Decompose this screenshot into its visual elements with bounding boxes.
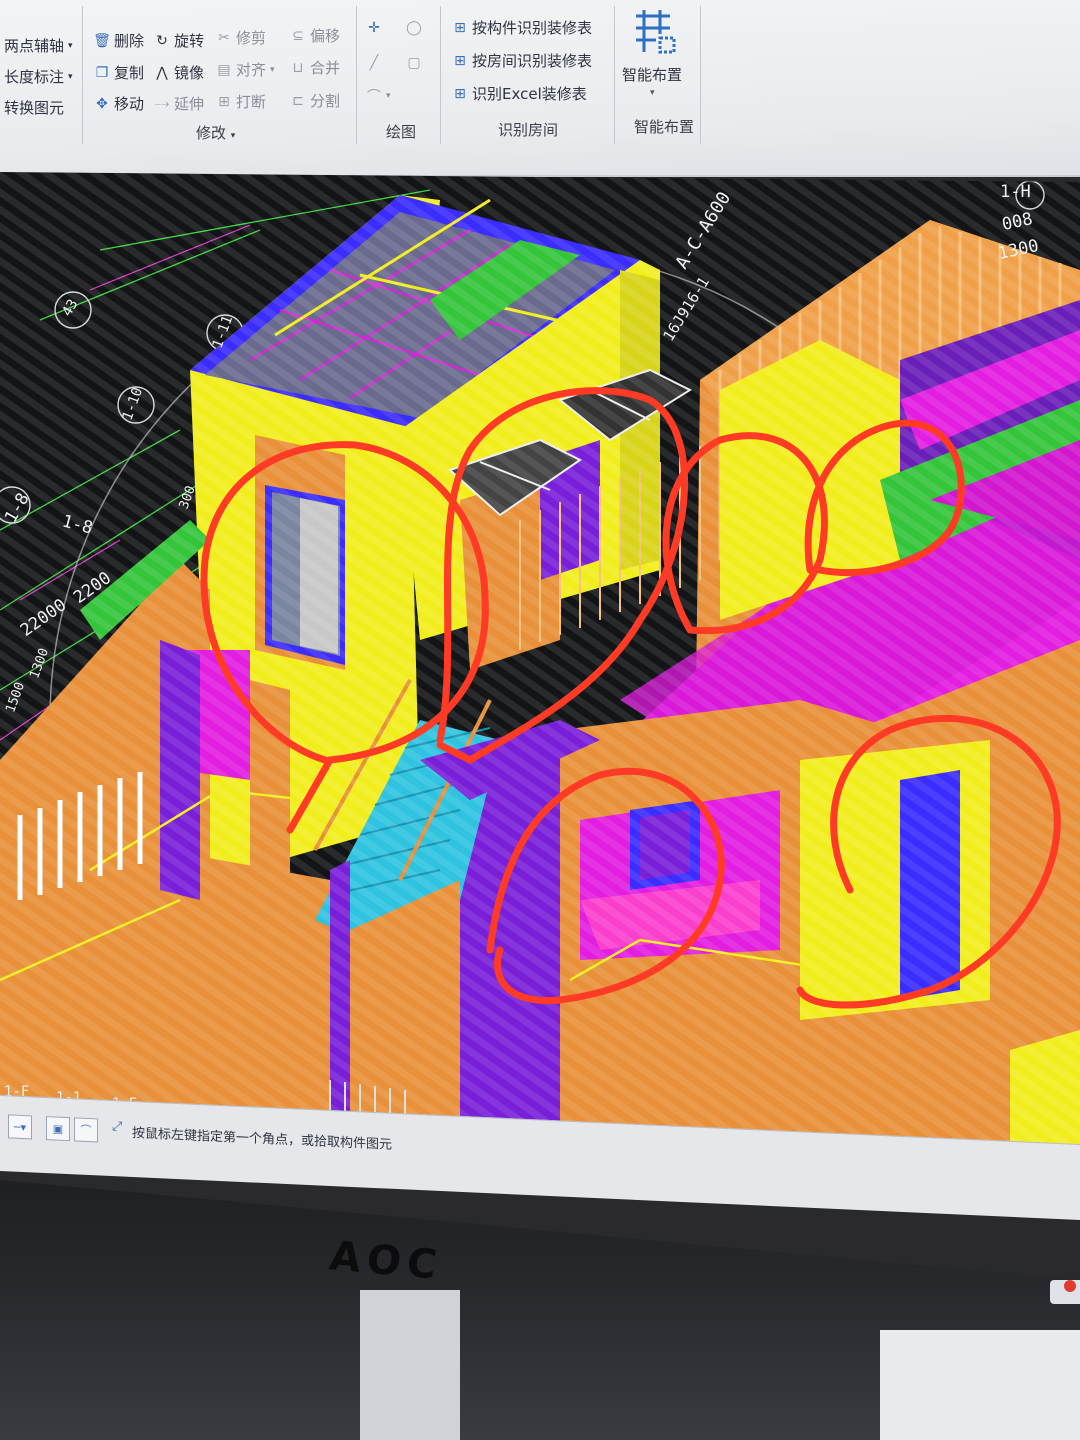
draw-arc-button[interactable]: ⌒ ▾ [366, 88, 391, 105]
recognize-by-room-button[interactable]: ⊞ 按房间识别装修表 [452, 50, 592, 71]
move-icon: ✥ [96, 95, 108, 112]
snap-dropdown-button[interactable]: ─▾ [8, 1114, 32, 1140]
resize-icon: ⤢ [112, 1119, 123, 1135]
move-button[interactable]: ✥ 移动 [94, 93, 144, 114]
rotate-label: 旋转 [174, 32, 205, 50]
copy-icon: ❐ [95, 64, 109, 81]
recognize-by-component-label: 按构件识别装修表 [472, 19, 593, 37]
align-label: 对齐 [236, 61, 267, 79]
trim-button[interactable]: ✂ 修剪 [216, 27, 266, 48]
rotate-icon: ↻ [156, 32, 168, 49]
extend-button[interactable]: ⤍ 延伸 [154, 93, 204, 114]
copy-label: 复制 [114, 64, 145, 82]
offset-icon: ⊆ [292, 27, 304, 44]
offset-button[interactable]: ⊆ 偏移 [290, 25, 340, 46]
recognize-excel-button[interactable]: ⊞ 识别Excel装修表 [452, 83, 587, 104]
draw-circle-button[interactable]: ◯ [406, 20, 422, 36]
crosshair-icon: ✛ [368, 20, 380, 36]
circle-icon: ◯ [406, 20, 422, 36]
smart-layout-group-label: 智能布置 [634, 118, 695, 136]
draw-point-button[interactable]: ✛ [366, 20, 382, 36]
ribbon-separator [356, 6, 357, 144]
copy-button[interactable]: ❐ 复制 [94, 62, 144, 83]
break-button[interactable]: ⊞ 打断 [216, 91, 266, 112]
two-point-aux-axis-label: 两点辅轴 [4, 37, 65, 55]
arc-snap-button[interactable]: ⌒ [74, 1117, 98, 1143]
extend-icon: ⤍ [154, 95, 170, 112]
notification-badge-icon [1064, 1280, 1076, 1292]
mirror-label: 镜像 [174, 64, 205, 82]
extend-label: 延伸 [174, 95, 205, 113]
merge-label: 合并 [310, 59, 341, 77]
table-recognize-icon: ⊞ [454, 52, 466, 69]
ribbon-toolbar: 两点辅轴 ▾ 长度标注 ▾ 转换图元 🗑 删除 ❐ 复制 ✥ 移动 ↻ 旋转 ⋀ 镜像 ⤍ 延伸… [0, 0, 1080, 177]
table-recognize-icon: ⊞ [454, 19, 466, 36]
building-model-render [0, 172, 1080, 1150]
status-prompt-text: 按鼠标左键指定第一个角点，或拾取构件图元 [132, 1125, 393, 1153]
ribbon-separator [82, 6, 83, 144]
split-label: 分割 [310, 92, 341, 110]
trim-label: 修剪 [236, 29, 267, 47]
break-label: 打断 [236, 93, 267, 111]
delete-button[interactable]: 🗑 删除 [93, 30, 145, 51]
ortho-toggle-button[interactable]: ▣ [46, 1116, 70, 1142]
axis-label: 1-H [1000, 182, 1031, 202]
table-recognize-icon: ⊞ [454, 85, 466, 102]
draw-rect-button[interactable]: ▢ [406, 55, 422, 71]
monitor-brand-logo: AOC [326, 1233, 446, 1289]
trash-icon: 🗑 [93, 32, 111, 49]
rectangle-icon: ▢ [407, 55, 421, 71]
break-icon: ⊞ [218, 93, 230, 110]
3d-model-viewport[interactable]: 1-H 008 1300 1-8 1-8 2200 22000 1-F 1-1 … [0, 172, 1080, 1150]
recognize-by-component-button[interactable]: ⊞ 按构件识别装修表 [452, 17, 592, 38]
smart-layout-icon [636, 10, 676, 54]
ribbon-separator [614, 6, 615, 144]
ribbon-separator [700, 6, 701, 144]
modify-group-label[interactable]: 修改 ▾ [196, 122, 235, 143]
draw-line-button[interactable]: ╱ [366, 55, 382, 71]
recognize-excel-label: 识别Excel装修表 [472, 85, 587, 103]
align-button[interactable]: ▤ 对齐 ▾ [216, 59, 274, 80]
smart-layout-label: 智能布置 [622, 66, 683, 84]
two-point-aux-axis-button[interactable]: 两点辅轴 ▾ [4, 35, 73, 56]
monitor-stand [360, 1290, 460, 1440]
merge-button[interactable]: ⊔ 合并 [290, 57, 340, 78]
move-label: 移动 [114, 95, 145, 113]
merge-icon: ⊔ [292, 59, 304, 76]
mirror-button[interactable]: ⋀ 镜像 [154, 62, 204, 83]
recognize-by-room-label: 按房间识别装修表 [472, 52, 593, 70]
split-icon: ⊏ [292, 92, 304, 109]
trim-icon: ✂ [218, 29, 230, 46]
length-dimension-label: 长度标注 [4, 68, 65, 86]
length-dimension-button[interactable]: 长度标注 ▾ [4, 66, 73, 87]
desk-surface [880, 1330, 1080, 1440]
align-icon: ▤ [217, 61, 231, 78]
convert-element-label: 转换图元 [4, 99, 65, 117]
recognize-room-group-label: 识别房间 [498, 121, 559, 139]
delete-label: 删除 [114, 32, 145, 50]
mirror-icon: ⋀ [156, 64, 168, 81]
convert-element-button[interactable]: 转换图元 [4, 97, 64, 118]
rotate-button[interactable]: ↻ 旋转 [154, 30, 204, 51]
line-icon: ╱ [369, 55, 379, 71]
offset-label: 偏移 [310, 27, 341, 45]
split-button[interactable]: ⊏ 分割 [290, 90, 340, 111]
ribbon-separator [440, 6, 441, 144]
draw-group-label: 绘图 [386, 123, 417, 141]
chevron-down-icon: ▾ [650, 88, 655, 98]
arc-icon: ⌒ [367, 89, 381, 105]
smart-layout-button[interactable]: 智能布置 ▾ [618, 4, 692, 106]
